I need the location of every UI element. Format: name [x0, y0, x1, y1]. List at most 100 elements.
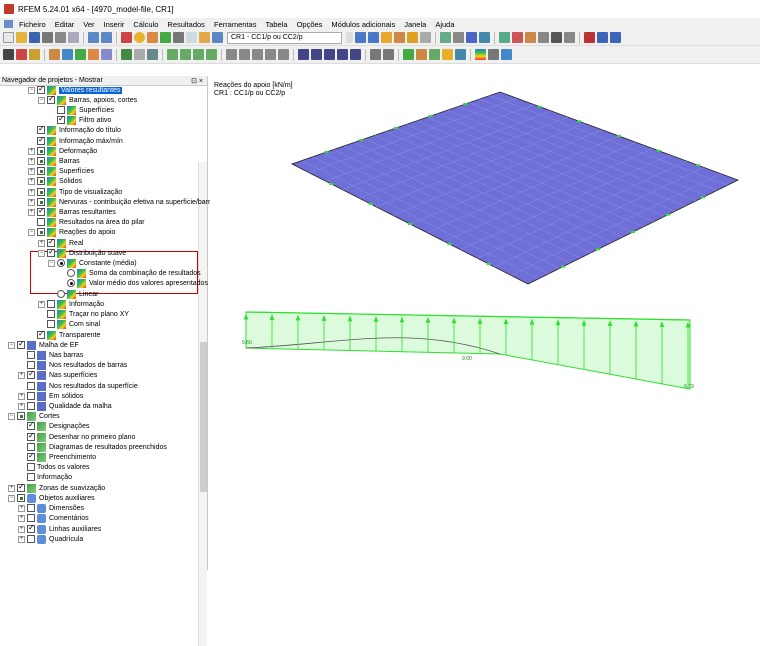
expand-icon[interactable]: + — [28, 198, 35, 206]
expand-icon[interactable]: + — [18, 514, 25, 522]
tree-item[interactable]: Diagramas de resultados preenchidos — [18, 442, 167, 452]
print-graphic-icon[interactable] — [55, 32, 66, 43]
expand-icon[interactable]: + — [18, 392, 25, 400]
node-icon[interactable] — [49, 49, 60, 60]
menu-ferramentas[interactable]: Ferramentas — [214, 20, 257, 29]
load-icon[interactable] — [121, 49, 132, 60]
view-z-icon[interactable] — [206, 49, 217, 60]
expand-icon[interactable]: + — [18, 402, 25, 410]
checkbox[interactable] — [27, 535, 35, 543]
member-icon[interactable] — [75, 49, 86, 60]
wireframe-icon[interactable] — [298, 49, 309, 60]
tree-item[interactable]: + Barras — [28, 156, 80, 166]
chevron-down-icon[interactable] — [346, 32, 353, 43]
print-icon[interactable] — [42, 32, 53, 43]
split-icon[interactable] — [597, 32, 608, 43]
checkbox[interactable] — [27, 473, 35, 481]
collapse-icon[interactable]: − — [8, 341, 15, 349]
view-x-icon[interactable] — [180, 49, 191, 60]
new-icon[interactable] — [3, 32, 14, 43]
graphics-window[interactable]: Reações do apoio [kN/m] CR1 : CC1/p ou C… — [210, 76, 760, 570]
checkbox[interactable] — [27, 443, 35, 451]
filter-icon[interactable] — [416, 49, 427, 60]
collapse-icon[interactable]: − — [8, 412, 15, 420]
menu-app-icon[interactable] — [4, 20, 13, 28]
checkbox[interactable] — [27, 451, 35, 461]
zoom-icon[interactable] — [564, 32, 575, 43]
expand-icon[interactable]: + — [18, 525, 25, 533]
load-case-combo[interactable]: CR1 - CC1/p ou CC2/p — [227, 31, 342, 44]
checkbox[interactable] — [27, 392, 35, 400]
checkbox[interactable] — [37, 167, 45, 175]
expand-icon[interactable]: + — [28, 167, 35, 175]
support-icon[interactable] — [479, 32, 490, 43]
checkbox[interactable] — [27, 369, 35, 379]
checkbox[interactable] — [17, 339, 25, 349]
line-icon[interactable] — [62, 49, 73, 60]
tree-item[interactable]: − Reações do apoio — [28, 227, 115, 237]
menu-resultados[interactable]: Resultados — [167, 20, 205, 29]
expand-icon[interactable]: + — [38, 300, 45, 308]
expand-icon[interactable]: + — [28, 157, 35, 165]
move-icon[interactable] — [512, 32, 523, 43]
tree-item[interactable]: + Barras resultantes — [28, 206, 116, 217]
select-icon[interactable] — [499, 32, 510, 43]
checkbox[interactable] — [17, 412, 25, 420]
view-icon[interactable] — [440, 32, 451, 43]
tree-item[interactable]: + Deformação — [28, 146, 97, 156]
expand-icon[interactable]: + — [18, 535, 25, 543]
settings-icon[interactable] — [173, 32, 184, 43]
collapse-icon[interactable]: − — [28, 86, 35, 94]
check-icon[interactable] — [403, 49, 414, 60]
info-icon[interactable] — [501, 49, 512, 60]
checkbox[interactable] — [47, 300, 55, 308]
tree-item[interactable]: Todos os valores — [18, 462, 90, 472]
collapse-icon[interactable]: − — [38, 249, 45, 257]
section-icon[interactable] — [350, 49, 361, 60]
collapse-icon[interactable]: − — [8, 494, 15, 502]
tree-item[interactable]: Valor médio dos valores apresentados — [58, 278, 208, 288]
tree-item[interactable]: + Linhas auxiliares — [18, 523, 101, 534]
tree-item[interactable]: − Distribuição suave — [38, 247, 126, 258]
collapse-icon[interactable]: − — [28, 228, 35, 236]
tree-item[interactable]: Informação — [18, 472, 72, 482]
prev-icon[interactable] — [355, 32, 366, 43]
radio-button[interactable] — [57, 290, 65, 298]
render-icon[interactable] — [324, 49, 335, 60]
orient-icon[interactable] — [429, 49, 440, 60]
search-icon[interactable] — [134, 32, 145, 43]
radio-button[interactable] — [57, 259, 65, 267]
checkbox[interactable] — [27, 361, 35, 369]
loads-icon[interactable] — [466, 32, 477, 43]
undo-icon[interactable] — [88, 32, 99, 43]
tree-item[interactable]: + Comentários — [18, 513, 89, 523]
tree-item[interactable]: + Nervuras - contribuição efetiva na supe… — [28, 197, 214, 207]
results-icon[interactable] — [160, 32, 171, 43]
checkbox[interactable] — [47, 310, 55, 318]
animation-icon[interactable] — [420, 32, 431, 43]
window-icon[interactable] — [584, 32, 595, 43]
checkbox[interactable] — [37, 218, 45, 226]
edit-icon[interactable] — [121, 32, 132, 43]
tree-item[interactable]: − Barras, apoios, cortes — [38, 94, 137, 105]
measure-icon[interactable] — [370, 49, 381, 60]
visibility-icon[interactable] — [383, 49, 394, 60]
checkbox[interactable] — [27, 382, 35, 390]
checkbox[interactable] — [27, 431, 35, 441]
menu-ficheiro[interactable]: Ficheiro — [19, 20, 46, 29]
tree-item[interactable]: − Constante (média) — [48, 258, 137, 268]
solid-model-icon[interactable] — [311, 49, 322, 60]
tree-item[interactable]: + Em sólidos — [18, 391, 83, 401]
expand-icon[interactable]: + — [18, 371, 25, 379]
close-icon[interactable]: × — [199, 78, 203, 85]
tree-item[interactable]: + Qualidade da malha — [18, 401, 112, 411]
grid-snap-icon[interactable] — [134, 49, 145, 60]
tree-item[interactable]: − Malha de EF — [8, 339, 79, 350]
panel-icon[interactable] — [488, 49, 499, 60]
checkbox[interactable] — [37, 177, 45, 185]
pin-icon[interactable]: ⊡ — [191, 78, 197, 85]
collapse-icon[interactable]: − — [38, 96, 45, 104]
model-icon[interactable] — [453, 32, 464, 43]
checkbox[interactable] — [37, 135, 45, 145]
checkbox[interactable] — [37, 198, 45, 206]
